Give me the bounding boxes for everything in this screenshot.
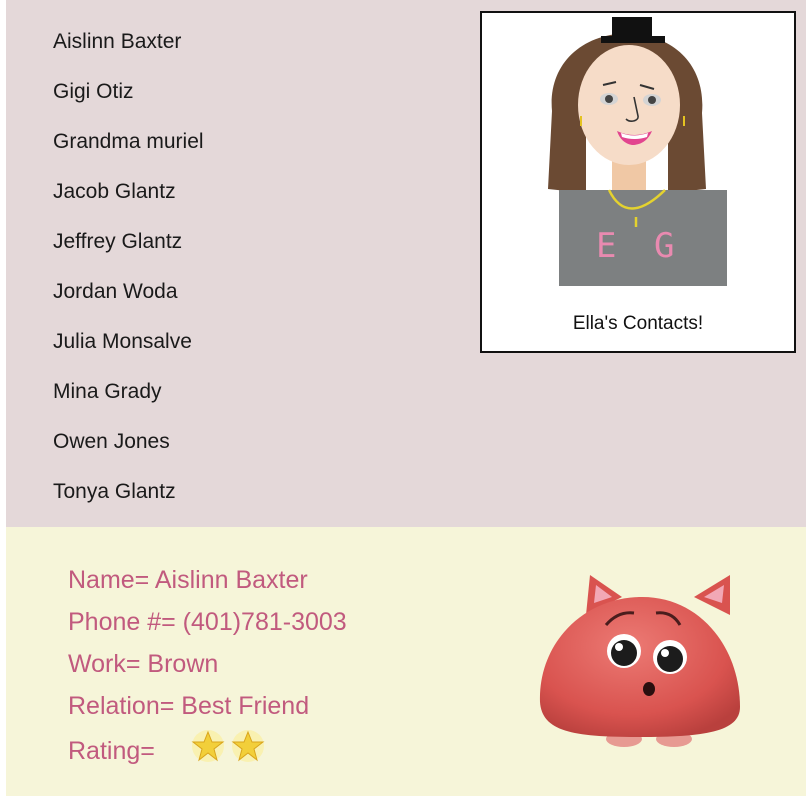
rating-label: Rating= <box>68 737 155 765</box>
star-icon <box>191 730 225 762</box>
profile-card: E G Ella's Contacts! <box>480 11 796 353</box>
girl-avatar-icon: E G <box>548 17 727 286</box>
contact-item[interactable]: Tonya Glantz <box>53 472 204 522</box>
contact-item[interactable]: Gigi Otiz <box>53 72 204 122</box>
contact-list: Aislinn Baxter Gigi Otiz Grandma muriel … <box>53 22 204 522</box>
contact-item[interactable]: Aislinn Baxter <box>53 22 204 72</box>
contact-detail-panel: Name= Aislinn Baxter Phone #= (401)781-3… <box>6 527 806 796</box>
detail-name: Name= Aislinn Baxter <box>68 566 308 594</box>
contact-item[interactable]: Julia Monsalve <box>53 322 204 372</box>
contact-item[interactable]: Jordan Woda <box>53 272 204 322</box>
red-blob-mascot-icon <box>539 575 740 747</box>
contact-item[interactable]: Grandma muriel <box>53 122 204 172</box>
contact-item[interactable]: Jeffrey Glantz <box>53 222 204 272</box>
detail-phone: Phone #= (401)781-3003 <box>68 608 347 636</box>
shirt-letter: G <box>654 226 674 266</box>
card-caption: Ella's Contacts! <box>572 313 704 334</box>
rating-stars <box>190 729 270 772</box>
star-icon <box>231 730 265 762</box>
detail-work: Work= Brown <box>68 650 219 678</box>
shirt-letter: E <box>596 226 616 266</box>
contact-item[interactable]: Mina Grady <box>53 372 204 422</box>
contact-item[interactable]: Owen Jones <box>53 422 204 472</box>
contact-item[interactable]: Jacob Glantz <box>53 172 204 222</box>
detail-rating: Rating= <box>68 729 347 771</box>
detail-relation: Relation= Best Friend <box>68 692 310 720</box>
